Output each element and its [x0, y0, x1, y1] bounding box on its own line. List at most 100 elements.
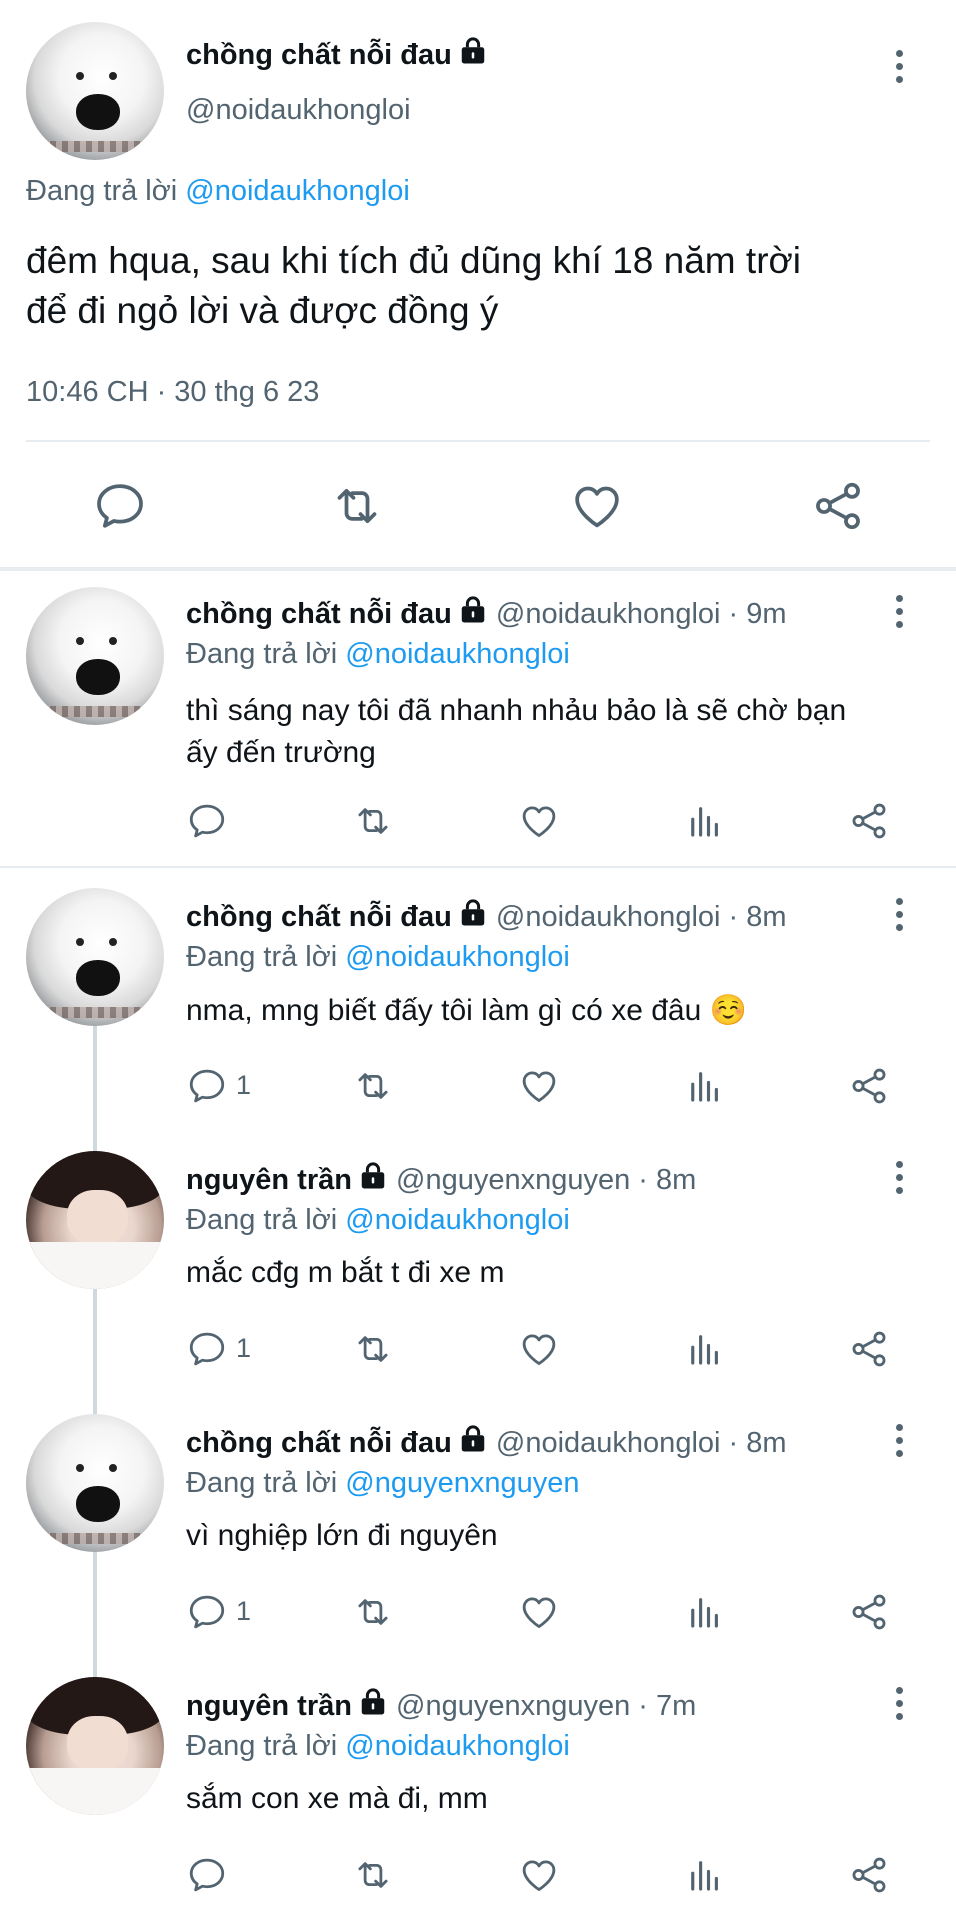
lock-icon [458, 1424, 488, 1454]
author-name[interactable]: nguyên trần [186, 1164, 352, 1196]
handle-time[interactable]: @noidaukhongloi · 9m [496, 598, 787, 630]
avatar[interactable] [26, 1151, 164, 1289]
retweet-icon[interactable] [352, 1591, 394, 1633]
reply-context: Đang trả lời @noidaukhongloi [186, 941, 570, 974]
author-name[interactable]: chồng chất nỗi đau [186, 1427, 452, 1459]
like-icon[interactable] [518, 1065, 560, 1107]
reply-to-link[interactable]: @noidaukhongloi [345, 1204, 570, 1236]
handle-time[interactable]: @nguyenxnguyen · 7m [396, 1690, 696, 1722]
author-name[interactable]: chồng chất nỗi đau [186, 901, 452, 933]
like-icon[interactable] [518, 800, 560, 842]
reply-context: Đang trả lời @noidaukhongloi [186, 1730, 570, 1763]
reply-to-link[interactable]: @nguyenxnguyen [345, 1467, 579, 1499]
analytics-icon[interactable] [684, 800, 726, 842]
reply-icon[interactable] [92, 478, 148, 534]
handle-time[interactable]: @nguyenxnguyen · 8m [396, 1164, 696, 1196]
tweet-text-line: để đi ngỏ lời và được đồng ý [26, 290, 499, 331]
avatar[interactable] [26, 888, 164, 1026]
reply-prefix: Đang trả lời [186, 1204, 338, 1236]
reply-to-link[interactable]: @noidaukhongloi [345, 941, 570, 973]
author-handle[interactable]: @noidaukhongloi [186, 94, 411, 127]
reply-text: mắc cđg m bắt t đi xe m [186, 1256, 505, 1289]
share-icon[interactable] [848, 800, 890, 842]
reply-header: nguyên trần @nguyenxnguyen · 8m [186, 1161, 696, 1197]
analytics-icon[interactable] [684, 1854, 726, 1896]
reply-text-line: ấy đến trường [186, 736, 376, 769]
reply-prefix: Đang trả lời [26, 175, 178, 207]
share-icon[interactable] [848, 1328, 890, 1370]
reply-text-line: thì sáng nay tôi đã nhanh nhảu bảo là sẽ… [186, 694, 847, 727]
retweet-icon[interactable] [352, 1328, 394, 1370]
like-icon[interactable] [518, 1328, 560, 1370]
avatar[interactable] [26, 587, 164, 725]
retweet-icon[interactable] [352, 800, 394, 842]
lock-icon [458, 898, 488, 928]
lock-icon [358, 1161, 388, 1191]
author-name[interactable]: nguyên trần [186, 1690, 352, 1722]
author-name[interactable]: chồng chất nỗi đau [186, 36, 488, 72]
avatar[interactable] [26, 22, 164, 160]
reply-icon[interactable] [186, 1591, 228, 1633]
share-icon[interactable] [848, 1591, 890, 1633]
reply-icon[interactable] [186, 1854, 228, 1896]
like-icon[interactable] [518, 1591, 560, 1633]
thread-line [93, 1552, 97, 1682]
reply-icon[interactable] [186, 1065, 228, 1107]
reply-text: thì sáng nay tôi đã nhanh nhảu bảo là sẽ… [186, 690, 846, 774]
reply-prefix: Đang trả lời [186, 638, 338, 670]
handle-time[interactable]: @noidaukhongloi · 8m [496, 901, 787, 933]
reply-text: nma, mng biết đấy tôi làm gì có xe đâu ☺… [186, 994, 747, 1027]
reply-to-link[interactable]: @noidaukhongloi [185, 175, 410, 207]
reply-context: Đang trả lời @noidaukhongloi [26, 175, 410, 208]
share-icon[interactable] [810, 478, 866, 534]
analytics-icon[interactable] [684, 1065, 726, 1107]
thread-line [93, 1289, 97, 1419]
analytics-icon[interactable] [684, 1328, 726, 1370]
lock-icon [458, 595, 488, 625]
reply-text: vì nghiệp lớn đi nguyên [186, 1519, 498, 1552]
divider [0, 866, 956, 868]
author-name[interactable]: chồng chất nỗi đau [186, 598, 452, 630]
more-icon[interactable] [887, 1421, 911, 1461]
reply-icon[interactable] [186, 800, 228, 842]
reply-prefix: Đang trả lời [186, 1730, 338, 1762]
reply-header: nguyên trần @nguyenxnguyen · 7m [186, 1687, 696, 1723]
reply-count: 1 [236, 1070, 252, 1100]
reply-count: 1 [236, 1596, 252, 1626]
reply-context: Đang trả lời @noidaukhongloi [186, 638, 570, 671]
avatar[interactable] [26, 1677, 164, 1815]
more-icon[interactable] [887, 1684, 911, 1724]
reply-prefix: Đang trả lời [186, 1467, 338, 1499]
reply-prefix: Đang trả lời [186, 941, 338, 973]
retweet-icon[interactable] [352, 1065, 394, 1107]
tweet-text: đêm hqua, sau khi tích đủ dũng khí 18 nă… [26, 236, 801, 336]
share-icon[interactable] [848, 1065, 890, 1107]
more-icon[interactable] [887, 895, 911, 935]
more-icon[interactable] [887, 592, 911, 632]
like-icon[interactable] [518, 1854, 560, 1896]
analytics-icon[interactable] [684, 1591, 726, 1633]
timestamp[interactable]: 10:46 CH · 30 thg 6 23 [26, 376, 319, 409]
like-icon[interactable] [569, 478, 625, 534]
reply-text: sắm con xe mà đi, mm [186, 1782, 488, 1815]
retweet-icon[interactable] [329, 478, 385, 534]
reply-count: 1 [236, 1333, 252, 1363]
reply-context: Đang trả lời @nguyenxnguyen [186, 1467, 580, 1500]
retweet-icon[interactable] [352, 1854, 394, 1896]
divider [0, 567, 956, 571]
reply-header: chồng chất nỗi đau @noidaukhongloi · 8m [186, 898, 787, 934]
more-icon[interactable] [887, 1158, 911, 1198]
thread-line [93, 1026, 97, 1156]
more-icon[interactable] [887, 47, 911, 87]
lock-icon [458, 36, 488, 66]
share-icon[interactable] [848, 1854, 890, 1896]
author-name-text[interactable]: chồng chất nỗi đau [186, 39, 452, 71]
reply-to-link[interactable]: @noidaukhongloi [345, 1730, 570, 1762]
divider [26, 440, 930, 442]
lock-icon [358, 1687, 388, 1717]
avatar[interactable] [26, 1414, 164, 1552]
reply-to-link[interactable]: @noidaukhongloi [345, 638, 570, 670]
reply-icon[interactable] [186, 1328, 228, 1370]
handle-time[interactable]: @noidaukhongloi · 8m [496, 1427, 787, 1459]
tweet-text-line: đêm hqua, sau khi tích đủ dũng khí 18 nă… [26, 240, 801, 281]
